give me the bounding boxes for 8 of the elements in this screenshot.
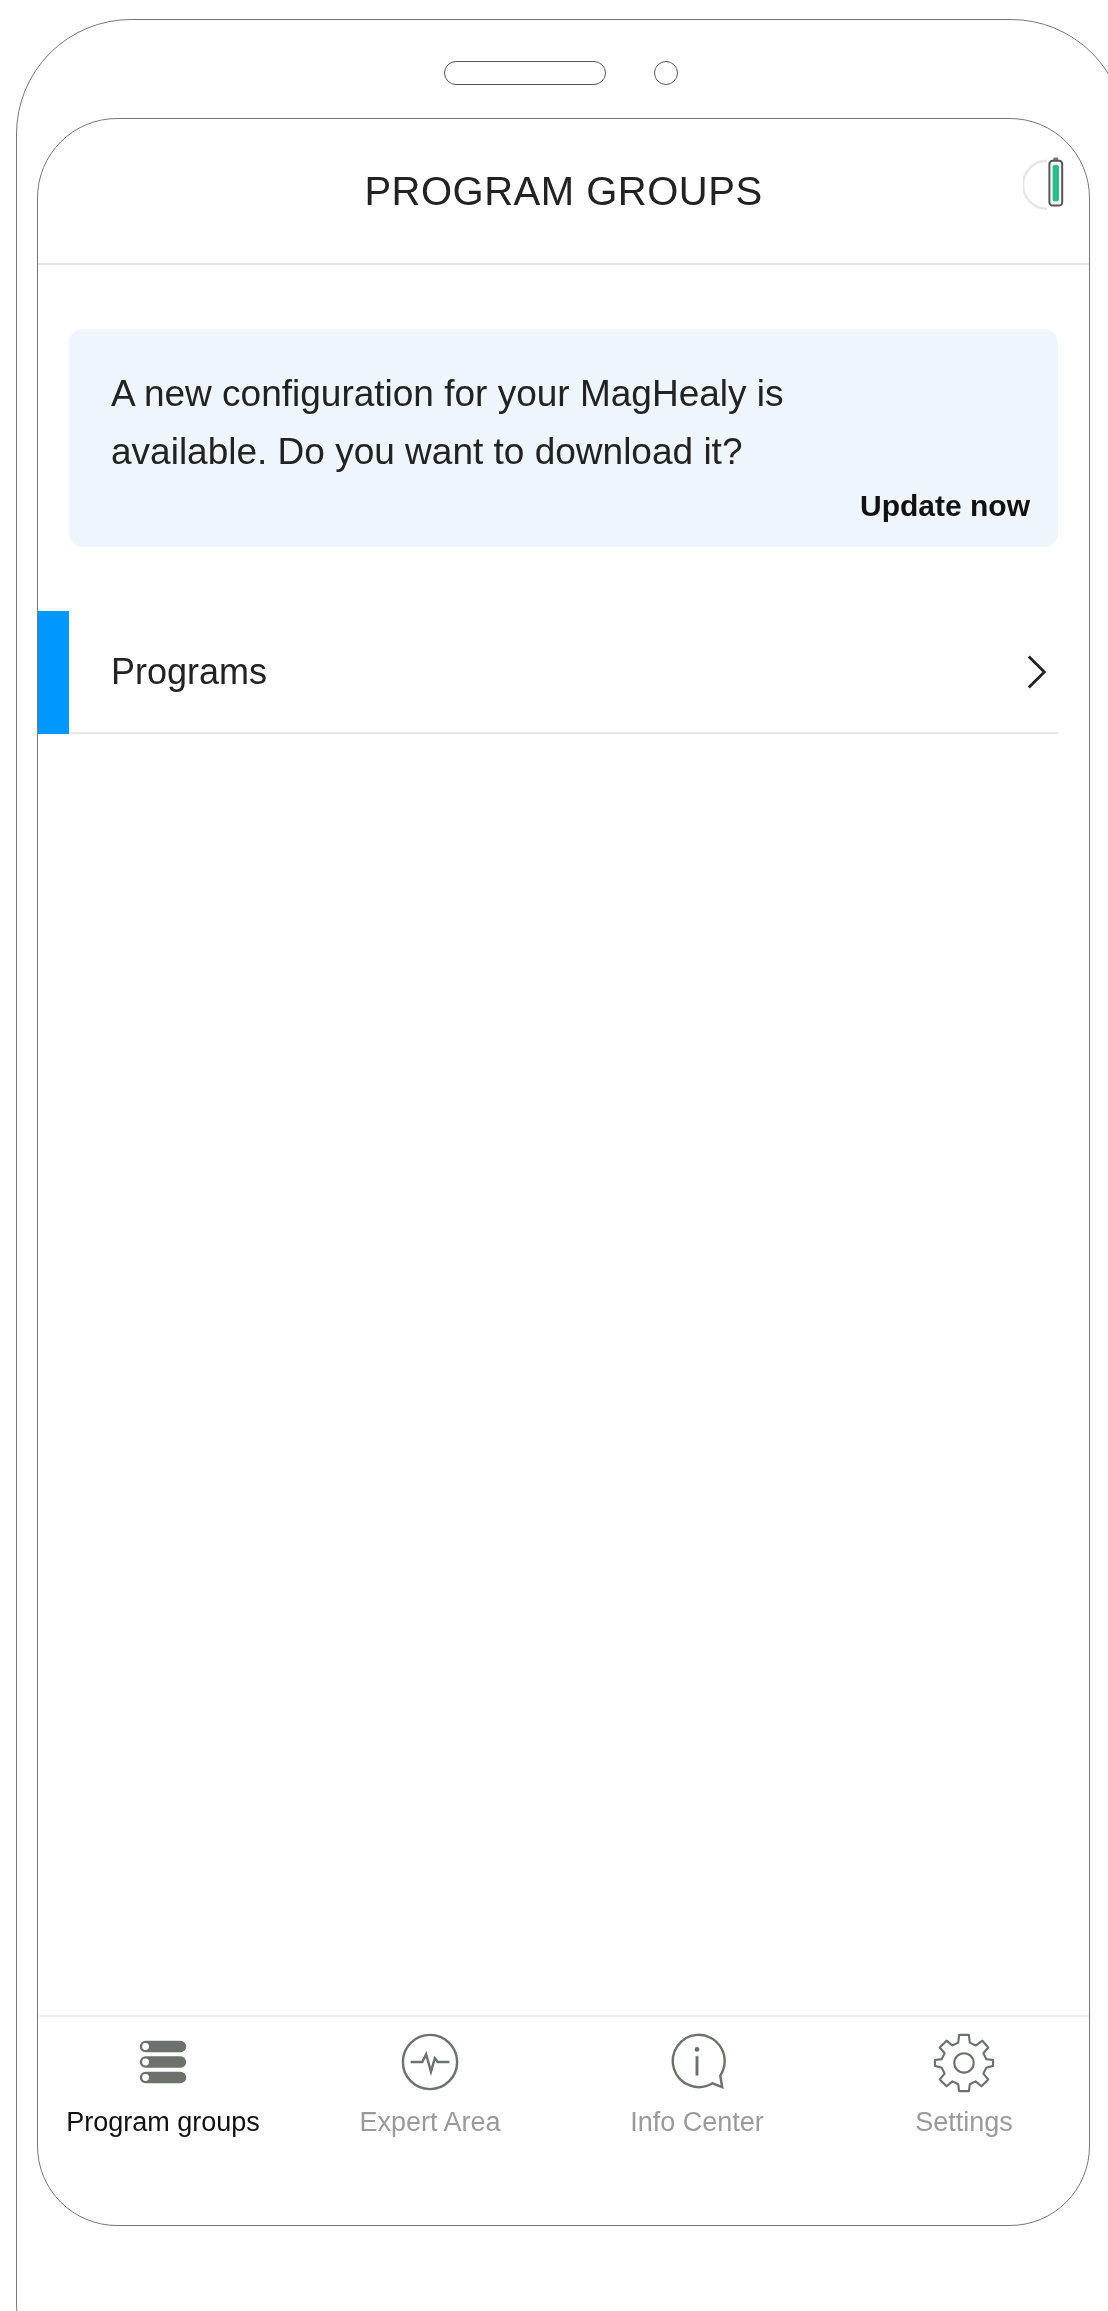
update-now-link[interactable]: Update now [860,489,1030,523]
list-item[interactable]: Programs [38,611,1089,734]
settings-icon [933,2031,995,2093]
list-item-label: Programs [111,650,268,693]
heartbeat-icon [399,2031,461,2093]
nav-tab[interactable]: Program groups [38,2031,288,2225]
banner-message: A new configuration for your MagHealy is available. Do you want to download it? [111,372,785,474]
page-title: PROGRAM GROUPS [364,168,763,214]
